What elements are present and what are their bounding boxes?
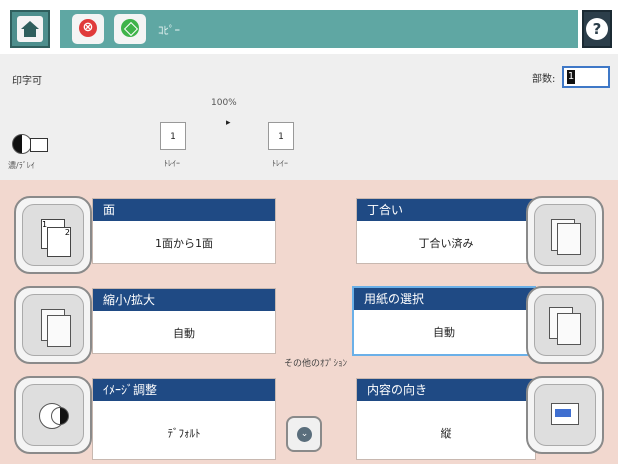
paper-select-label: 用紙の選択 bbox=[354, 288, 534, 310]
stop-button[interactable]: ⊗ bbox=[72, 14, 104, 44]
output-tray-label: ﾄﾚｲｰ bbox=[272, 159, 288, 168]
original-tray-label: ﾄﾚｲｰ bbox=[164, 159, 180, 168]
stop-icon: ⊗ bbox=[79, 19, 97, 37]
copies-input[interactable]: 1 bbox=[562, 66, 610, 88]
image-adjust-option[interactable]: ｲﾒｰｼﾞ調整 ﾃﾞﾌｫﾙﾄ bbox=[92, 378, 276, 460]
darkness-label: 濃/ﾗﾞﾚｲ bbox=[8, 161, 35, 170]
home-icon bbox=[17, 16, 43, 42]
paper-select-icon bbox=[534, 294, 596, 356]
copy-preview-area: 印字可 部数: 1 100% ▸ 1 1 ﾄﾚｲｰ ﾄﾚｲｰ 濃/ﾗﾞﾚｲ bbox=[0, 54, 618, 180]
orientation-label: 内容の向き bbox=[357, 379, 535, 401]
image-adjust-label: ｲﾒｰｼﾞ調整 bbox=[93, 379, 275, 401]
start-button[interactable] bbox=[114, 14, 146, 44]
copies-value: 1 bbox=[567, 70, 575, 84]
help-icon: ? bbox=[586, 18, 608, 40]
reduce-enlarge-icon bbox=[22, 294, 84, 356]
zoom-text: 100% bbox=[211, 98, 237, 108]
chevron-down-icon: ⌄ bbox=[297, 427, 312, 442]
options-panel: 1 2 面 1面から1面 丁合い 丁合い済み 縮小/拡大 自動 その他のｵﾌﾟｼ… bbox=[0, 180, 618, 464]
image-adjust-value: ﾃﾞﾌｫﾙﾄ bbox=[167, 427, 201, 440]
orientation-value: 縦 bbox=[440, 427, 452, 440]
sides-icon: 1 2 bbox=[22, 204, 84, 266]
collate-icon bbox=[534, 204, 596, 266]
collate-label: 丁合い bbox=[357, 199, 535, 221]
sides-option[interactable]: 面 1面から1面 bbox=[92, 198, 276, 264]
collate-option[interactable]: 丁合い 丁合い済み bbox=[356, 198, 536, 264]
reduce-enlarge-option[interactable]: 縮小/拡大 自動 bbox=[92, 288, 276, 354]
page-back-icon: 2 bbox=[47, 227, 71, 257]
help-button[interactable]: ? bbox=[582, 10, 612, 48]
darkness-icon[interactable] bbox=[12, 134, 32, 154]
scroll-down-button[interactable]: ⌄ bbox=[286, 416, 322, 452]
status-text: 印字可 bbox=[12, 76, 42, 87]
start-icon bbox=[121, 19, 139, 37]
paper-select-option[interactable]: 用紙の選択 自動 bbox=[352, 286, 536, 356]
sides-label: 面 bbox=[93, 199, 275, 221]
top-bar: ⊗ ｺﾋﾟｰ ? bbox=[0, 0, 618, 54]
paper-select-icon-button[interactable] bbox=[526, 286, 604, 364]
reduce-enlarge-label: 縮小/拡大 bbox=[93, 289, 275, 311]
sides-icon-button[interactable]: 1 2 bbox=[14, 196, 92, 274]
image-adjust-icon bbox=[22, 384, 84, 446]
orientation-option[interactable]: 内容の向き 縦 bbox=[356, 378, 536, 460]
original-page-icon: 1 bbox=[160, 122, 186, 150]
image-adjust-icon-button[interactable] bbox=[14, 376, 92, 454]
reduce-enlarge-value: 自動 bbox=[173, 327, 195, 340]
light-icon[interactable] bbox=[30, 138, 48, 152]
collate-icon-button[interactable] bbox=[526, 196, 604, 274]
other-options-label: その他のｵﾌﾟｼｮﾝ bbox=[284, 359, 348, 369]
copies-label: 部数: bbox=[532, 74, 556, 85]
sides-value: 1面から1面 bbox=[155, 237, 213, 250]
collate-value: 丁合い済み bbox=[418, 237, 474, 250]
output-page-icon: 1 bbox=[268, 122, 294, 150]
orientation-icon bbox=[534, 384, 596, 446]
orientation-icon-button[interactable] bbox=[526, 376, 604, 454]
arrow-icon: ▸ bbox=[226, 118, 231, 128]
home-button[interactable] bbox=[10, 10, 50, 48]
paper-select-value: 自動 bbox=[433, 326, 455, 339]
reduce-enlarge-icon-button[interactable] bbox=[14, 286, 92, 364]
app-title: ｺﾋﾟｰ bbox=[158, 24, 180, 37]
